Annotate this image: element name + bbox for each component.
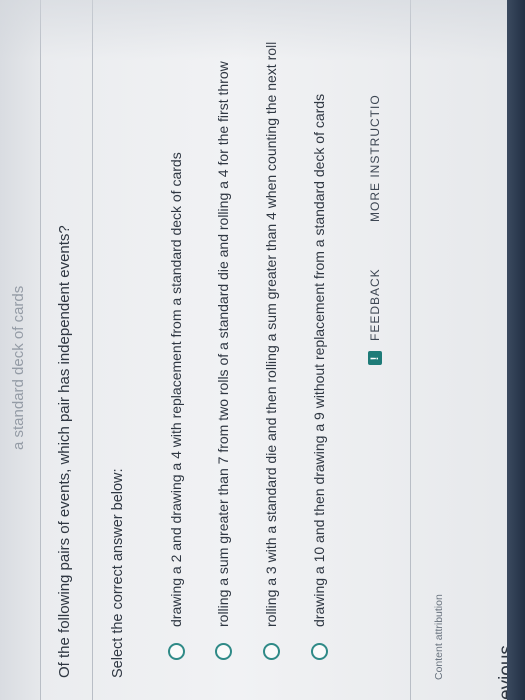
question-divider <box>92 0 93 700</box>
rotated-screen: a standard deck of cards Of the followin… <box>0 0 525 700</box>
previous-content-strip: a standard deck of cards <box>0 0 40 700</box>
radio-button[interactable] <box>214 643 232 660</box>
content-attribution-link[interactable]: Content attribution <box>433 594 445 680</box>
more-instructions-button[interactable]: MORE INSTRUCTIO <box>368 94 382 222</box>
answer-option-3[interactable]: rolling a 3 with a standard die and then… <box>258 42 284 660</box>
answer-option-label: rolling a sum greater than 7 from two ro… <box>215 61 231 627</box>
partial-header-text: a standard deck of cards <box>10 285 27 450</box>
monitor-bezel <box>507 0 525 700</box>
answer-option-label: rolling a 3 with a standard die and then… <box>263 41 279 627</box>
radio-button[interactable] <box>310 643 328 660</box>
answer-option-1[interactable]: drawing a 2 and drawing a 4 with replace… <box>163 152 189 660</box>
feedback-icon: ! <box>368 351 382 365</box>
feedback-label: FEEDBACK <box>368 268 382 341</box>
answer-option-label: drawing a 10 and then drawing a 9 withou… <box>311 93 327 627</box>
instruction-text: Select the correct answer below: <box>110 468 126 678</box>
question-text: Of the following pairs of events, which … <box>56 225 73 678</box>
answer-option-label: drawing a 2 and drawing a 4 with replace… <box>168 152 184 627</box>
footer-divider <box>410 0 411 700</box>
answer-option-4[interactable]: drawing a 10 and then drawing a 9 withou… <box>306 94 332 660</box>
radio-button[interactable] <box>167 643 185 660</box>
answer-option-2[interactable]: rolling a sum greater than 7 from two ro… <box>210 61 236 660</box>
feedback-button[interactable]: ! FEEDBACK <box>368 268 382 365</box>
top-divider <box>40 0 41 700</box>
screen-edge-shade <box>0 0 525 60</box>
radio-button[interactable] <box>262 643 280 660</box>
